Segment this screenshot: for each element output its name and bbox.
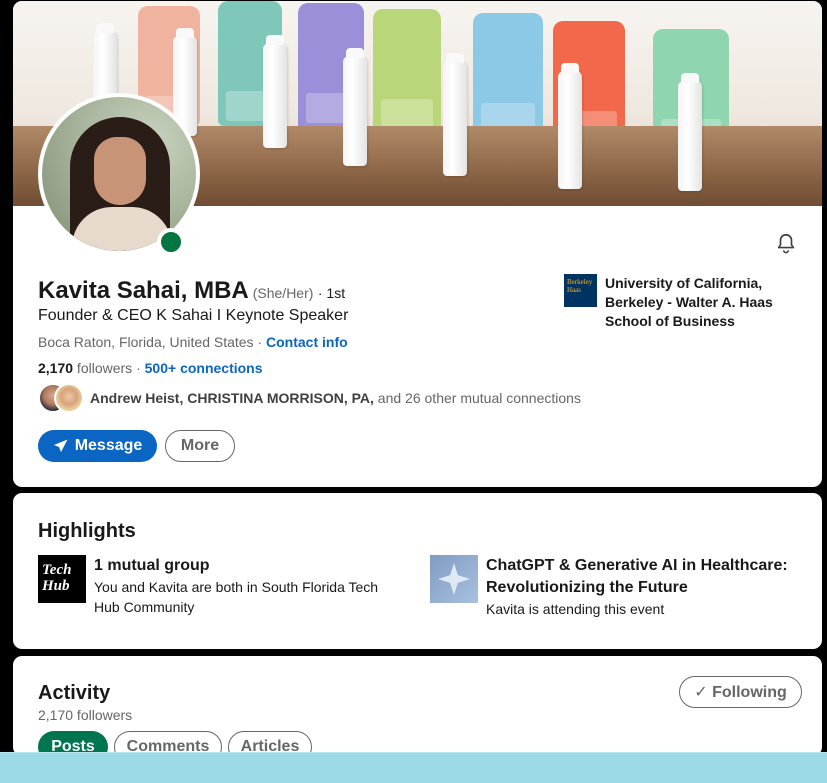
stats-line: 2,170 followers · 500+ connections <box>38 360 263 376</box>
name-line: Kavita Sahai, MBA (She/Her) · 1st <box>38 277 345 305</box>
followers-label: followers <box>73 360 133 376</box>
mutual-connections-text: Andrew Heist, CHRISTINA MORRISON, PA, an… <box>90 390 581 406</box>
contact-info-link[interactable]: Contact info <box>266 334 348 350</box>
highlight-mutual-group[interactable]: Tech Hub 1 mutual group You and Kavita a… <box>38 555 399 617</box>
education-link[interactable]: Berkeley Haas University of California, … <box>564 274 795 331</box>
highlight-subtitle: Kavita is attending this event <box>486 601 665 617</box>
highlight-event[interactable]: ChatGPT & Generative AI in Healthcare: R… <box>430 555 816 619</box>
bottom-bar <box>0 752 827 783</box>
location: Boca Raton, Florida, United States <box>38 334 254 350</box>
followers-count: 2,170 <box>38 360 74 376</box>
pronouns: (She/Her) <box>252 285 314 301</box>
location-separator: · <box>253 334 267 350</box>
message-button[interactable]: Message <box>38 430 157 462</box>
more-button[interactable]: More <box>165 430 235 462</box>
mutual-avatar <box>54 383 84 413</box>
profile-name: Kavita Sahai, MBA <box>38 277 249 304</box>
highlight-subtitle: You and Kavita are both in South Florida… <box>94 579 379 615</box>
tech-hub-logo: Tech Hub <box>38 555 86 603</box>
more-button-label: More <box>180 437 220 454</box>
highlight-title: 1 mutual group <box>94 557 210 574</box>
following-button[interactable]: ✓ Following <box>679 676 802 708</box>
activity-card: Activity 2,170 followers ✓ Following Pos… <box>13 656 822 756</box>
bell-icon[interactable] <box>775 231 797 255</box>
activity-followers: 2,170 followers <box>38 707 133 723</box>
message-button-label: Message <box>74 437 143 454</box>
berkeley-haas-logo: Berkeley Haas <box>564 274 597 307</box>
connection-degree: · 1st <box>317 285 346 301</box>
location-line: Boca Raton, Florida, United States · Con… <box>38 334 348 350</box>
mutual-connections[interactable]: Andrew Heist, CHRISTINA MORRISON, PA, an… <box>38 383 581 413</box>
stats-separator: · <box>132 360 145 376</box>
mutual-rest: and 26 other mutual connections <box>373 390 581 406</box>
mutual-avatars <box>38 383 84 413</box>
ai-event-icon <box>430 555 478 603</box>
highlights-title: Highlights <box>38 520 136 542</box>
mutual-names: Andrew Heist, CHRISTINA MORRISON, PA, <box>90 390 374 406</box>
profile-card: Kavita Sahai, MBA (She/Her) · 1st Founder… <box>13 1 822 487</box>
profile-headline: Founder & CEO K Sahai I Keynote Speaker <box>38 307 349 324</box>
activity-title: Activity <box>38 682 111 704</box>
education-name: University of California, Berkeley - Wal… <box>605 275 773 329</box>
connections-link[interactable]: 500+ connections <box>145 360 263 376</box>
online-status-dot <box>157 228 185 256</box>
send-icon <box>53 439 68 452</box>
highlight-title: ChatGPT & Generative AI in Healthcare: R… <box>486 557 788 596</box>
highlights-card: Highlights Tech Hub 1 mutual group You a… <box>13 493 822 649</box>
